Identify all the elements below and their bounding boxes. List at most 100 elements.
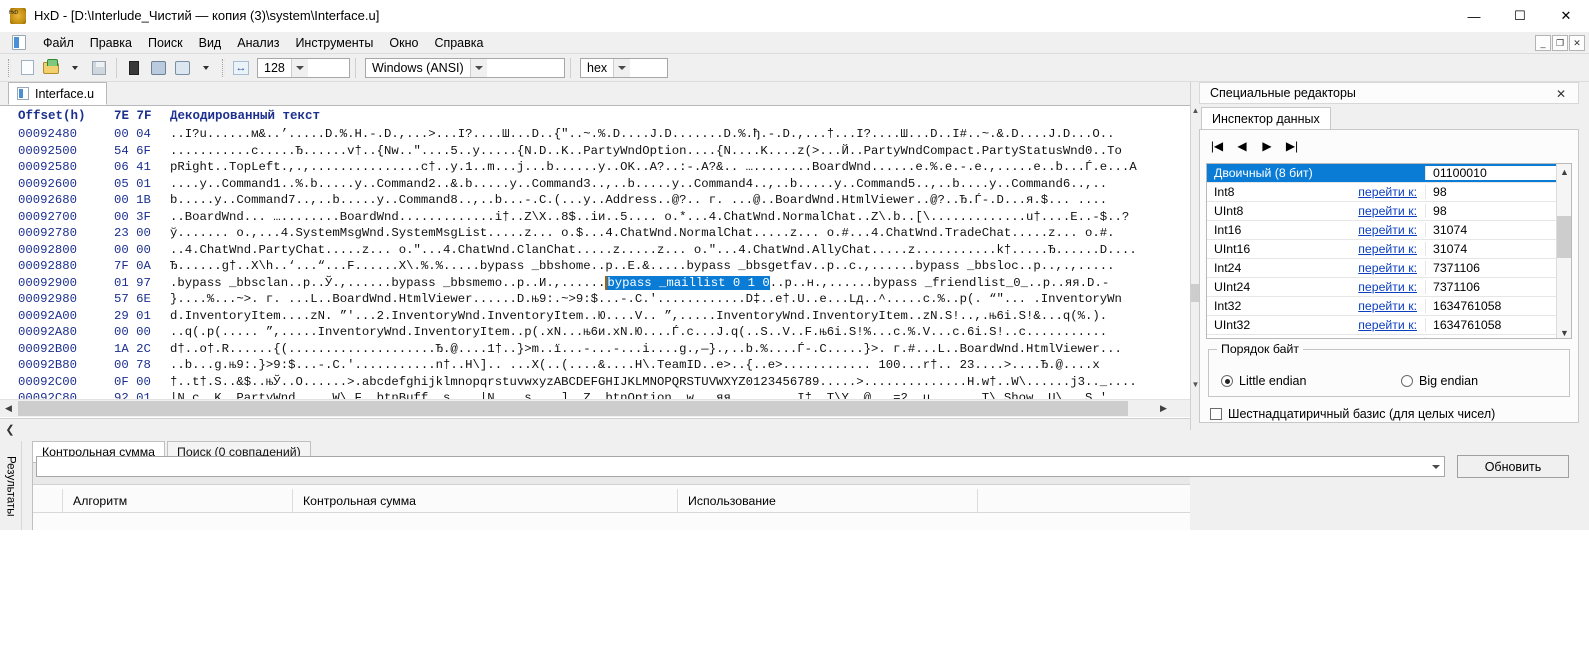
inspector-scroll-up-button[interactable]: ▲ bbox=[1557, 164, 1571, 179]
minimize-button[interactable]: — bbox=[1451, 0, 1497, 32]
inspector-value[interactable]: 6854605572251089250 bbox=[1425, 337, 1571, 338]
hex-row[interactable]: 00092500 54 6F ...........c.....Ђ......v†.… bbox=[0, 143, 1172, 160]
data-inspector-table[interactable]: Двоичный (8 бит) 01100010 Int8 перейти к: 98… bbox=[1206, 163, 1572, 339]
hex-row[interactable]: 00092880 7F 0A Ђ......g†..X\h..‘...“...F..… bbox=[0, 258, 1172, 275]
hex-row-decoded-text[interactable]: ..I?u......м&..’.....D.%.H.-.D.,...>...I… bbox=[170, 127, 1115, 141]
inspector-goto-link[interactable]: перейти к: bbox=[1325, 299, 1425, 313]
menu-item-edit[interactable]: Правка bbox=[82, 33, 140, 53]
encoding-chevron-down-icon[interactable] bbox=[469, 58, 487, 77]
hex-row-decoded-text[interactable]: }....%...~>. г. ...L..BoardWnd.HtmlViewe… bbox=[170, 292, 1122, 306]
data-inspector-row[interactable]: Int64перейти к:6854605572251089250 bbox=[1207, 335, 1571, 338]
prev-record-icon[interactable]: ◀ bbox=[1235, 139, 1249, 153]
hex-row-decoded-text[interactable]: d.InventoryItem....zN. ”'...2.InventoryW… bbox=[170, 309, 1107, 323]
hex-basis-checkbox-row[interactable]: Шестнадцатиричный базис (для целых чисел… bbox=[1210, 407, 1578, 421]
column-header-usage[interactable]: Использование bbox=[678, 488, 978, 513]
new-file-button[interactable] bbox=[15, 56, 39, 80]
hex-row-decoded-text[interactable]: pRight..TopLeft.,.,...............c†..y.… bbox=[170, 160, 1137, 174]
offset-base-combo[interactable]: hex bbox=[580, 57, 668, 78]
hex-row[interactable]: 00092580 06 41 pRight..TopLeft.,.,........… bbox=[0, 159, 1172, 176]
hex-horizontal-scroll-thumb[interactable] bbox=[18, 401, 1128, 416]
hex-row-decoded-text[interactable]: ..BoardWnd... …........BoardWnd.........… bbox=[170, 210, 1129, 224]
bytes-per-row-chevron-down-icon[interactable] bbox=[290, 58, 308, 77]
inspector-scrollbar[interactable]: ▲ ▼ bbox=[1556, 164, 1571, 338]
column-header-checksum[interactable]: Контрольная сумма bbox=[293, 488, 678, 513]
maximize-button[interactable]: ☐ bbox=[1497, 0, 1543, 32]
column-header-algorithm[interactable]: Алгоритм bbox=[63, 488, 293, 513]
menu-item-window[interactable]: Окно bbox=[381, 33, 426, 53]
panel-close-icon[interactable]: ✕ bbox=[1552, 86, 1570, 102]
hex-row-decoded-text[interactable]: Ђ......g†..X\h..‘...“...F......X\.%.%...… bbox=[170, 259, 1115, 273]
inspector-goto-link[interactable]: перейти к: bbox=[1325, 223, 1425, 237]
hex-row-decoded-text[interactable]: b.....y..Command7..,..b.....y..Command8.… bbox=[170, 193, 1107, 207]
inspector-value[interactable]: 01100010 bbox=[1425, 166, 1571, 180]
hex-row[interactable]: 00092780 23 00 ў....... o.,...4.SystemMsgW… bbox=[0, 225, 1172, 242]
menu-item-view[interactable]: Вид bbox=[191, 33, 230, 53]
data-inspector-row[interactable]: Int24 перейти к: 7371106 bbox=[1207, 259, 1571, 278]
hex-row[interactable]: 00092600 05 01 ....y..Command1..%.b.....y.… bbox=[0, 176, 1172, 193]
data-inspector-row[interactable]: Int32 перейти к: 1634761058 bbox=[1207, 297, 1571, 316]
hex-scroll-right-button[interactable]: ▶ bbox=[1155, 400, 1172, 417]
data-inspector-row[interactable]: UInt32 перейти к: 1634761058 bbox=[1207, 316, 1571, 335]
hex-horizontal-scrollbar[interactable]: ◀ ▶ bbox=[0, 399, 1190, 417]
hex-row-decoded-text[interactable]: ....y..Command1..%.b.....y..Command2..&.… bbox=[170, 177, 1107, 191]
data-inspector-row[interactable]: UInt16 перейти к: 31074 bbox=[1207, 240, 1571, 259]
inspector-goto-link[interactable]: перейти к: bbox=[1325, 261, 1425, 275]
hex-row-decoded-text[interactable]: ..4.ChatWnd.PartyChat.....z... o."...4.C… bbox=[170, 243, 1137, 257]
refresh-button[interactable]: Обновить bbox=[1457, 455, 1569, 478]
mdi-restore-button[interactable]: ❐ bbox=[1552, 35, 1568, 51]
document-tab-interface-u[interactable]: Interface.u bbox=[8, 82, 108, 105]
inspector-goto-link[interactable]: перейти к: bbox=[1325, 185, 1425, 199]
first-record-icon[interactable]: |◀ bbox=[1210, 139, 1224, 153]
collapse-results-button[interactable]: ❮ bbox=[2, 421, 18, 437]
hex-row-decoded-text[interactable]: †..t†.S..&$..њЎ..O......>.abcdefghijklmn… bbox=[170, 375, 1137, 389]
selected-text[interactable]: bypass _maillist 0 1 0 bbox=[605, 275, 770, 290]
inspector-goto-link[interactable]: перейти к: bbox=[1325, 337, 1425, 338]
inspector-value[interactable]: 1634761058 bbox=[1425, 318, 1571, 332]
hex-row-decoded-text[interactable]: ў....... o.,...4.SystemMsgWnd.SystemMsgL… bbox=[170, 226, 1115, 240]
checksum-combo-chevron-down-icon[interactable] bbox=[1427, 457, 1444, 476]
mdi-close-button[interactable]: ✕ bbox=[1569, 35, 1585, 51]
next-record-icon[interactable]: ▶ bbox=[1260, 139, 1274, 153]
inspector-goto-link[interactable]: перейти к: bbox=[1325, 204, 1425, 218]
inspector-value[interactable]: 7371106 bbox=[1425, 280, 1571, 294]
radio-big-endian[interactable]: Big endian bbox=[1401, 374, 1478, 388]
hex-editor-pane[interactable]: Offset(h) 7E 7F Декодированный текст 000… bbox=[0, 106, 1190, 418]
open-ram-button[interactable] bbox=[146, 56, 170, 80]
panel-scroll-up-button[interactable]: ▲ bbox=[1191, 104, 1200, 116]
hex-row[interactable]: 00092A80 00 00 ..q(.p(..... ”,.....Invento… bbox=[0, 324, 1172, 341]
mdi-minimize-button[interactable]: _ bbox=[1535, 35, 1551, 51]
inspector-value[interactable]: 31074 bbox=[1425, 223, 1571, 237]
hex-row-decoded-text[interactable]: ...........c.....Ђ......v†..{Nw.."....5.… bbox=[170, 144, 1122, 158]
open-file-button[interactable] bbox=[39, 56, 63, 80]
checksum-algorithm-combo[interactable] bbox=[36, 456, 1445, 477]
inspector-goto-link[interactable]: перейти к: bbox=[1325, 280, 1425, 294]
inspector-value[interactable]: 98 bbox=[1425, 204, 1571, 218]
data-inspector-row[interactable]: UInt24 перейти к: 7371106 bbox=[1207, 278, 1571, 297]
data-inspector-row[interactable]: Двоичный (8 бит) 01100010 bbox=[1207, 164, 1571, 183]
process-dropdown-button[interactable] bbox=[194, 56, 218, 80]
data-inspector-row[interactable]: Int16 перейти к: 31074 bbox=[1207, 221, 1571, 240]
hex-row[interactable]: 00092700 00 3F ..BoardWnd... …........Boar… bbox=[0, 209, 1172, 226]
open-dropdown-button[interactable] bbox=[63, 56, 87, 80]
inspector-value[interactable]: 7371106 bbox=[1425, 261, 1571, 275]
hex-row[interactable]: 00092980 57 6E}....%...~>. г. ...L..Board… bbox=[0, 291, 1172, 308]
hex-row[interactable]: 00092900 01 97 .bypass _bbsclan..p..Ў.,...… bbox=[0, 275, 1172, 292]
offset-base-chevron-down-icon[interactable] bbox=[613, 58, 631, 77]
open-disk-button[interactable] bbox=[122, 56, 146, 80]
row-width-button[interactable]: ↔ bbox=[229, 56, 253, 80]
inspector-value[interactable]: 1634761058 bbox=[1425, 299, 1571, 313]
bytes-per-row-combo[interactable]: 128 bbox=[257, 57, 350, 78]
data-inspector-row[interactable]: UInt8 перейти к: 98 bbox=[1207, 202, 1571, 221]
tab-data-inspector[interactable]: Инспектор данных bbox=[1201, 107, 1331, 129]
hex-row[interactable]: 00092B80 00 78 ..b...g.њ9:.}>9:$...-.C.'..… bbox=[0, 357, 1172, 374]
open-process-button[interactable] bbox=[170, 56, 194, 80]
encoding-combo[interactable]: Windows (ANSI) bbox=[365, 57, 565, 78]
hex-row[interactable]: 00092800 00 00 ..4.ChatWnd.PartyChat.....z… bbox=[0, 242, 1172, 259]
radio-little-endian[interactable]: Little endian bbox=[1221, 374, 1401, 388]
menu-item-help[interactable]: Справка bbox=[426, 33, 491, 53]
hex-row-decoded-text[interactable]: .bypass _bbsclan..p..Ў.,......bypass _bb… bbox=[170, 275, 1109, 290]
inspector-goto-link[interactable]: перейти к: bbox=[1325, 318, 1425, 332]
hex-row[interactable]: 00092680 00 1B b.....y..Command7..,..b....… bbox=[0, 192, 1172, 209]
menu-item-tools[interactable]: Инструменты bbox=[287, 33, 381, 53]
hex-row-decoded-text[interactable]: d†..o†.R......{(....................Ђ.@.… bbox=[170, 342, 1122, 356]
